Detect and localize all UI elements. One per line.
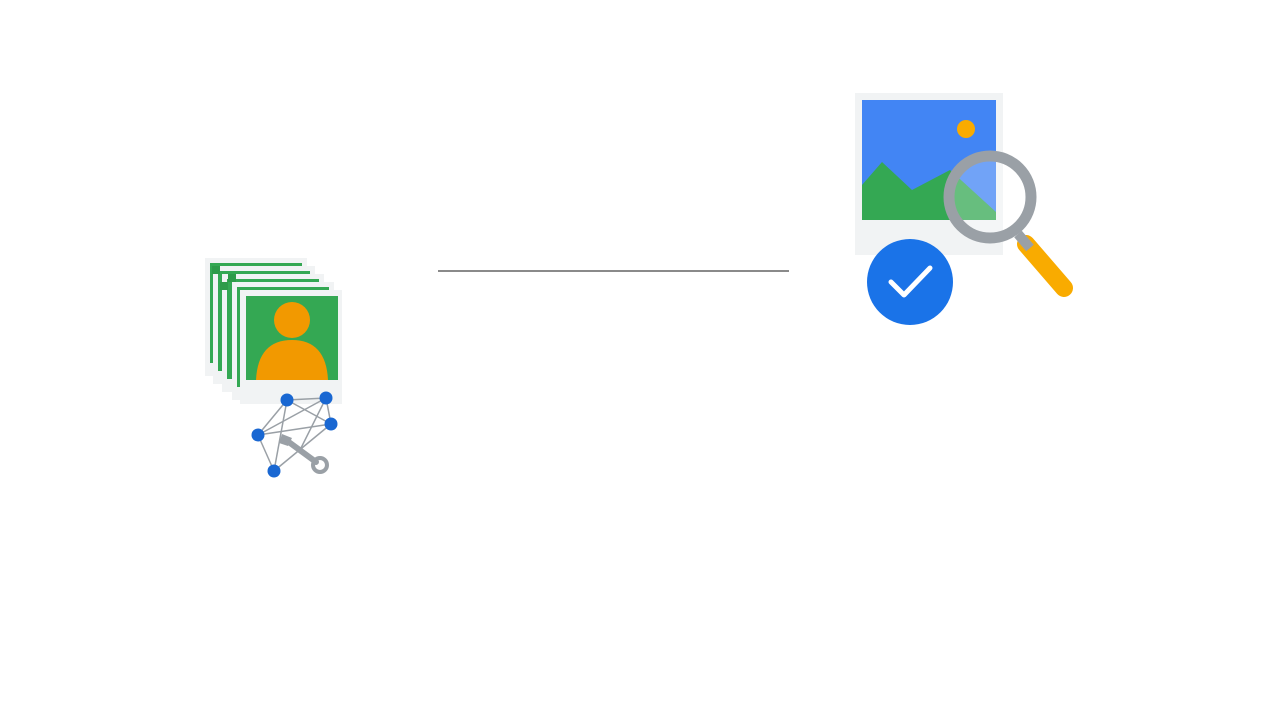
magnifier-icon <box>943 150 1073 297</box>
wrench-icon <box>279 434 329 474</box>
neural-network <box>257 397 332 472</box>
diagram-canvas <box>0 0 1280 720</box>
check-badge-icon <box>867 239 953 325</box>
image-inspection-verified-icon <box>855 93 1073 325</box>
